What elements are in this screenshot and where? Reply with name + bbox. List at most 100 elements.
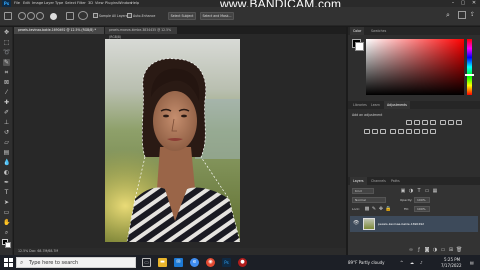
hand-tool-icon[interactable]: ✋ [3, 219, 10, 226]
file-explorer-icon[interactable]: ▬ [158, 258, 167, 267]
blur-tool-icon[interactable]: 💧 [3, 159, 10, 166]
bandicam-taskbar-icon[interactable]: ● [238, 258, 247, 267]
menu-image[interactable]: Image [32, 0, 43, 7]
hue-slider[interactable] [467, 39, 472, 95]
lock-image-icon[interactable]: ✎ [371, 206, 377, 212]
menu-edit[interactable]: Edit [23, 0, 30, 7]
exposure-icon[interactable] [430, 120, 436, 125]
new-adjustment-layer-icon[interactable]: ◑ [432, 247, 438, 253]
filter-adjustment-icon[interactable]: ◑ [408, 188, 414, 194]
color-picker-field[interactable] [366, 39, 464, 95]
select-subject-button[interactable]: Select Subject [168, 12, 196, 20]
menu-3d[interactable]: 3D [88, 0, 93, 7]
brush-tool-icon[interactable]: ✐ [3, 109, 10, 116]
share-icon[interactable]: ⇪ [470, 11, 478, 19]
tab-document-2[interactable]: pexels-maeva-kimbe-3834435 @ 12.5% (RGB/… [105, 27, 177, 39]
weather-status[interactable]: 89°F Partly cloudy [348, 260, 385, 265]
menu-layer[interactable]: Layer [44, 0, 54, 7]
auto-enhance-checkbox[interactable] [127, 13, 132, 18]
curves-icon[interactable] [422, 120, 428, 125]
lock-all-icon[interactable]: 🔒 [385, 206, 391, 212]
layer-filter-kind[interactable]: Kind [352, 188, 374, 194]
new-selection-icon[interactable] [18, 12, 26, 20]
maximize-icon[interactable]: ▢ [458, 0, 468, 7]
selective-color-icon[interactable] [422, 129, 428, 134]
volume-icon[interactable]: ♪ [420, 260, 423, 265]
tab-channels[interactable]: Channels [368, 177, 389, 185]
color-lookup-icon[interactable] [390, 129, 396, 134]
task-view-icon[interactable]: ▭ [142, 258, 151, 267]
opacity-input[interactable]: 100% [414, 197, 430, 203]
vibrance-icon[interactable] [440, 120, 446, 125]
tab-paths[interactable]: Paths [388, 177, 403, 185]
type-tool-icon[interactable]: T [3, 189, 10, 196]
workspace-icon[interactable] [458, 11, 466, 19]
taskbar-search-box[interactable]: ⌕ Type here to search [16, 257, 136, 268]
photo-filter-icon[interactable] [372, 129, 378, 134]
close-icon[interactable]: ✕ [469, 0, 479, 7]
tab-adjustments[interactable]: Adjustments [384, 101, 410, 109]
history-brush-tool-icon[interactable]: ↺ [3, 129, 10, 136]
blend-mode-select[interactable]: Normal [352, 197, 386, 203]
clone-stamp-tool-icon[interactable]: ⊥ [3, 119, 10, 126]
windows-start-icon[interactable] [4, 258, 13, 267]
link-layers-icon[interactable]: ∞ [408, 247, 414, 253]
crop-tool-icon[interactable]: ⌗ [3, 69, 10, 76]
background-color-swatch[interactable] [5, 242, 11, 248]
brush-size-icon[interactable] [50, 13, 57, 20]
delete-layer-icon[interactable]: 🗑 [456, 247, 462, 253]
pen-tool-icon[interactable]: ✒ [3, 179, 10, 186]
clock-date[interactable]: 7/17/2022 [441, 263, 462, 268]
menu-filter[interactable]: Filter [77, 0, 86, 7]
gradient-map-icon[interactable] [430, 129, 436, 134]
healing-brush-tool-icon[interactable]: ✚ [3, 99, 10, 106]
filter-smart-object-icon[interactable]: ▦ [432, 188, 438, 194]
add-mask-icon[interactable]: ◙ [424, 247, 430, 253]
lasso-tool-icon[interactable]: ➰ [3, 49, 10, 56]
layer-row[interactable]: 👁 pexels-kevinaa-bakle-1690492 [350, 216, 478, 232]
subtract-from-selection-icon[interactable] [36, 12, 44, 20]
dodge-tool-icon[interactable]: ◐ [3, 169, 10, 176]
tab-layers[interactable]: Layers [350, 177, 367, 185]
fill-input[interactable]: 100% [414, 206, 430, 212]
menu-select[interactable]: Select [65, 0, 76, 7]
tab-color[interactable]: Color [350, 27, 365, 35]
tab-swatches[interactable]: Swatches [368, 27, 389, 35]
tab-learn[interactable]: Learn [368, 101, 383, 109]
color-balance-icon[interactable] [456, 120, 462, 125]
menu-file[interactable]: File [14, 0, 20, 7]
gradient-tool-icon[interactable]: ▤ [3, 149, 10, 156]
menu-plugins[interactable]: Plugins [105, 0, 118, 7]
brush-preview-icon[interactable] [78, 11, 88, 20]
image-canvas[interactable] [105, 39, 240, 242]
panel-background-swatch[interactable] [355, 42, 364, 51]
sample-all-layers-checkbox[interactable] [93, 13, 98, 18]
quick-selection-tool-icon[interactable]: ✎ [3, 59, 10, 66]
add-to-selection-icon[interactable] [27, 12, 35, 20]
filter-shape-icon[interactable]: ▭ [424, 188, 430, 194]
marquee-tool-icon[interactable]: ⬚ [3, 39, 10, 46]
filter-type-icon[interactable]: T [416, 188, 422, 194]
hue-slider-handle[interactable] [465, 74, 474, 76]
brush-angle-icon[interactable] [66, 12, 74, 20]
photoshop-taskbar-icon[interactable]: Ps [222, 258, 231, 267]
rectangle-tool-icon[interactable]: ▭ [3, 209, 10, 216]
brightness-contrast-icon[interactable] [406, 120, 412, 125]
new-group-icon[interactable]: ▭ [440, 247, 446, 253]
network-icon[interactable]: ☁ [410, 260, 414, 265]
tab-document-1[interactable]: pexels-kevinaa-bakle-1690492 @ 12.5% (RG… [14, 27, 104, 34]
filter-pixel-icon[interactable]: ▣ [400, 188, 406, 194]
menu-help[interactable]: Help [131, 0, 139, 7]
channel-mixer-icon[interactable] [380, 129, 386, 134]
invert-icon[interactable] [398, 129, 404, 134]
eraser-tool-icon[interactable]: ▱ [3, 139, 10, 146]
posterize-icon[interactable] [406, 129, 412, 134]
menu-view[interactable]: View [95, 0, 104, 7]
edge-icon[interactable]: e [190, 258, 199, 267]
quick-selection-tool-preset-icon[interactable] [4, 12, 12, 20]
threshold-icon[interactable] [414, 129, 420, 134]
clock-time[interactable]: 5:25 PM [444, 257, 460, 262]
visibility-eye-icon[interactable]: 👁 [353, 221, 359, 226]
tray-overflow-icon[interactable]: ^ [400, 260, 403, 265]
levels-icon[interactable] [414, 120, 420, 125]
